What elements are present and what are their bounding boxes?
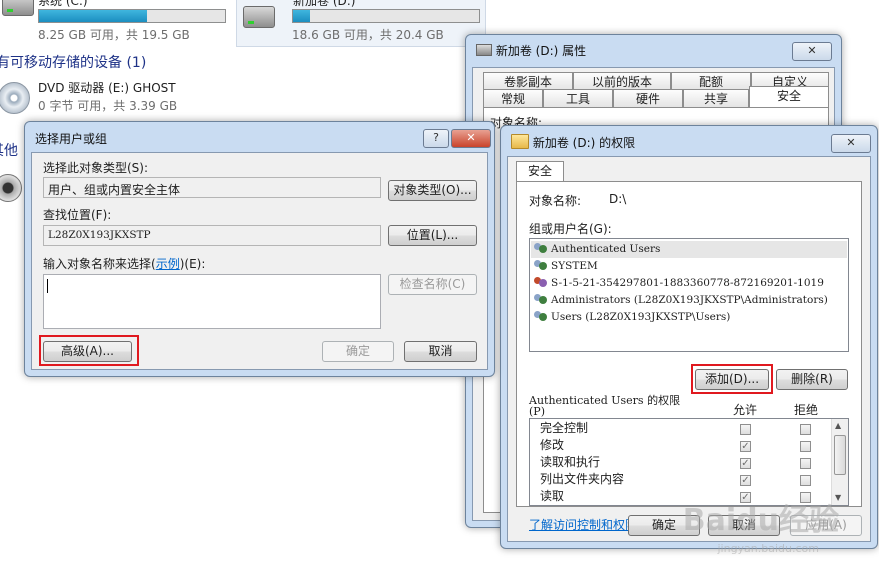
allow-checkbox[interactable]: ✓ — [740, 458, 751, 469]
permission-row: 读取 — [540, 489, 565, 503]
locations-button[interactable]: 位置(L)... — [388, 225, 477, 246]
scrollbar[interactable]: ▲ ▼ — [831, 419, 848, 505]
unknown-user-icon — [534, 276, 548, 288]
drive-d[interactable]: 新加卷 (D:) 18.6 GB 可用，共 20.4 GB — [236, 0, 486, 47]
webcam-icon — [0, 174, 22, 202]
allow-checkbox[interactable]: ✓ — [740, 475, 751, 486]
tab-quota[interactable]: 配额 — [671, 72, 751, 90]
permissions-title-accelerator: (P) — [529, 405, 545, 418]
location-field: L28Z0X193JKXSTP — [43, 225, 381, 246]
object-types-button[interactable]: 对象类型(O)... — [388, 180, 477, 201]
deny-checkbox[interactable] — [800, 458, 811, 469]
tab-security[interactable]: 安全 — [516, 161, 564, 182]
check-names-button[interactable]: 检查名称(C) — [388, 274, 477, 295]
deny-checkbox[interactable] — [800, 441, 811, 452]
user-group-icon — [534, 293, 548, 305]
drive-name: DVD 驱动器 (E:) GHOST — [38, 81, 176, 95]
permissions-title: Authenticated Users 的权限 — [529, 394, 681, 407]
enter-object-names-label: 输入对象名称来选择(示例)(E): — [43, 257, 206, 271]
tab-general[interactable]: 常规 — [483, 89, 543, 107]
learn-access-control-link[interactable]: 了解访问控制和权限 — [529, 516, 637, 533]
drive-size: 0 字节 可用，共 3.39 GB — [38, 99, 178, 113]
drive-dvd[interactable]: DVD 驱动器 (E:) GHOST 0 字节 可用，共 3.39 GB — [0, 76, 200, 122]
list-item[interactable]: Users (L28Z0X193JKXSTP\Users) — [534, 309, 730, 326]
user-list[interactable]: Authenticated Users SYSTEM S-1-5-21-3542… — [529, 238, 849, 352]
dvd-icon — [0, 82, 30, 114]
object-name-label: 对象名称: — [529, 194, 582, 208]
close-button[interactable]: ✕ — [451, 129, 491, 148]
object-type-field: 用户、组或内置安全主体 — [43, 177, 381, 198]
watermark-url: jingyan.baidu.com — [717, 542, 819, 555]
list-item[interactable]: Authenticated Users — [531, 241, 847, 258]
select-users-dialog: 选择用户或组 ? ✕ 选择此对象类型(S): 用户、组或内置安全主体 对象类型(… — [24, 121, 495, 377]
ok-button[interactable]: 确定 — [322, 341, 394, 362]
watermark-logo: Baidu经验 — [682, 503, 839, 538]
window-title: 新加卷 (D:) 属性 — [495, 44, 587, 58]
tab-tools[interactable]: 工具 — [543, 89, 613, 107]
usage-bar — [292, 9, 480, 23]
user-group-icon — [534, 259, 548, 271]
location-label: 查找位置(F): — [43, 208, 112, 222]
drive-c[interactable]: 系统 (C:) 8.25 GB 可用，共 19.5 GB — [0, 0, 230, 44]
close-button[interactable]: ✕ — [831, 134, 871, 153]
deny-checkbox[interactable] — [800, 475, 811, 486]
security-panel: 对象名称: D:\ 组或用户名(G): Authenticated Users … — [516, 181, 862, 532]
list-item[interactable]: S-1-5-21-354297801-1883360778-872169201-… — [534, 275, 824, 292]
cancel-button[interactable]: 取消 — [404, 341, 477, 362]
permission-row: 修改 — [540, 438, 565, 452]
drive-size: 8.25 GB 可用，共 19.5 GB — [38, 28, 190, 42]
object-name-value: D:\ — [609, 192, 627, 206]
allow-header: 允许 — [733, 403, 758, 417]
user-group-icon — [534, 310, 548, 322]
hard-drive-icon — [2, 0, 34, 20]
permission-row: 读取和执行 — [540, 455, 601, 469]
permissions-list[interactable]: 完全控制 修改 读取和执行 列出文件夹内容 读取 ✓ ✓ ✓ ✓ ▲ ▼ — [529, 418, 849, 506]
drive-name: 系统 (C:) — [38, 0, 88, 8]
help-button[interactable]: ? — [423, 129, 449, 148]
permission-row: 列出文件夹内容 — [540, 472, 625, 486]
scroll-thumb[interactable] — [834, 435, 846, 475]
folder-icon — [511, 134, 529, 149]
tab-shadow-copies[interactable]: 卷影副本 — [483, 72, 573, 90]
drive-icon — [476, 44, 492, 56]
drive-size: 18.6 GB 可用，共 20.4 GB — [292, 28, 444, 42]
removable-section-header: 有可移动存储的设备 (1) — [0, 55, 147, 71]
permission-row: 完全控制 — [540, 421, 589, 435]
tab-hardware[interactable]: 硬件 — [613, 89, 683, 107]
dialog-title: 选择用户或组 — [35, 132, 108, 146]
scroll-up-icon[interactable]: ▲ — [835, 421, 841, 430]
deny-header: 拒绝 — [794, 403, 819, 417]
hard-drive-icon — [243, 6, 275, 32]
tab-security[interactable]: 安全 — [749, 86, 829, 107]
list-item[interactable]: SYSTEM — [534, 258, 598, 275]
allow-checkbox[interactable] — [740, 424, 751, 435]
examples-link[interactable]: 示例 — [156, 257, 180, 271]
list-item[interactable]: Administrators (L28Z0X193JKXSTP\Administ… — [534, 292, 828, 309]
usage-bar — [38, 9, 226, 23]
tab-sharing[interactable]: 共享 — [683, 89, 749, 107]
close-button[interactable]: ✕ — [792, 42, 832, 61]
allow-checkbox[interactable]: ✓ — [740, 441, 751, 452]
other-section-header: 其他 — [0, 143, 18, 159]
highlight-box — [39, 335, 139, 366]
highlight-box — [691, 364, 773, 394]
tab-previous-versions[interactable]: 以前的版本 — [573, 72, 671, 90]
object-names-input[interactable] — [43, 274, 381, 329]
permissions-window: 新加卷 (D:) 的权限 ✕ 安全 对象名称: D:\ 组或用户名(G): Au… — [500, 125, 878, 549]
drive-name: 新加卷 (D:) — [293, 0, 356, 8]
deny-checkbox[interactable] — [800, 424, 811, 435]
remove-button[interactable]: 删除(R) — [776, 369, 848, 390]
group-label: 组或用户名(G): — [529, 222, 612, 236]
window-title: 新加卷 (D:) 的权限 — [532, 136, 636, 150]
object-type-label: 选择此对象类型(S): — [43, 161, 149, 175]
user-group-icon — [534, 242, 548, 254]
